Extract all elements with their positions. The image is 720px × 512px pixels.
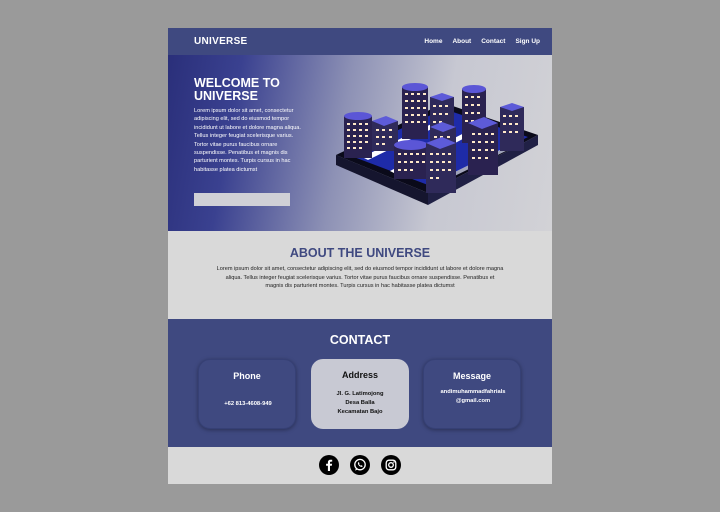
whatsapp-icon[interactable] bbox=[350, 455, 370, 475]
contact-title: CONTACT bbox=[329, 333, 391, 347]
message-card[interactable]: Message andimuhammadfahrials @gmail.com bbox=[423, 359, 521, 429]
top-navbar: UNIVERSE Home About Contact Sign Up bbox=[168, 28, 552, 55]
address-card-title: Address bbox=[341, 370, 378, 380]
hero-title: WELCOME TO UNIVERSE bbox=[194, 76, 280, 103]
hero-button[interactable] bbox=[194, 193, 290, 206]
nav-about-link[interactable]: About bbox=[452, 38, 471, 45]
message-card-title: Message bbox=[452, 371, 492, 381]
instagram-icon[interactable] bbox=[381, 455, 401, 475]
brand-logo[interactable]: UNIVERSE bbox=[194, 36, 248, 47]
footer bbox=[168, 447, 552, 484]
phone-card-title: Phone bbox=[233, 371, 261, 381]
hero-description: Lorem ipsum dolor sit amet, consectetur … bbox=[194, 108, 301, 173]
about-section: ABOUT THE UNIVERSE Lorem ipsum dolor sit… bbox=[168, 231, 552, 319]
contact-section: CONTACT Phone +62 813-4608-949 Address J… bbox=[168, 319, 552, 447]
about-title: ABOUT THE UNIVERSE bbox=[289, 246, 431, 260]
nav-home-link[interactable]: Home bbox=[424, 38, 442, 45]
landing-page: UNIVERSE Home About Contact Sign Up WELC… bbox=[168, 28, 552, 484]
nav-signup-link[interactable]: Sign Up bbox=[515, 38, 540, 45]
address-card[interactable]: Address Jl. G. Latimojong Desa Balla Kec… bbox=[311, 359, 409, 429]
phone-number: +62 813-4608-949 bbox=[224, 401, 272, 407]
nav-contact-link[interactable]: Contact bbox=[481, 38, 505, 45]
facebook-icon[interactable] bbox=[319, 455, 339, 475]
nav-menu: Home About Contact Sign Up bbox=[424, 38, 540, 45]
hero-section: WELCOME TO UNIVERSE Lorem ipsum dolor si… bbox=[168, 55, 552, 231]
city-illustration bbox=[336, 83, 538, 205]
address-text: Jl. G. Latimojong Desa Balla Kecamatan B… bbox=[336, 391, 384, 415]
about-description: Lorem ipsum dolor sit amet, consectetur … bbox=[216, 266, 504, 290]
email-address: andimuhammadfahrials @gmail.com bbox=[440, 389, 506, 404]
phone-card[interactable]: Phone +62 813-4608-949 bbox=[198, 359, 296, 429]
